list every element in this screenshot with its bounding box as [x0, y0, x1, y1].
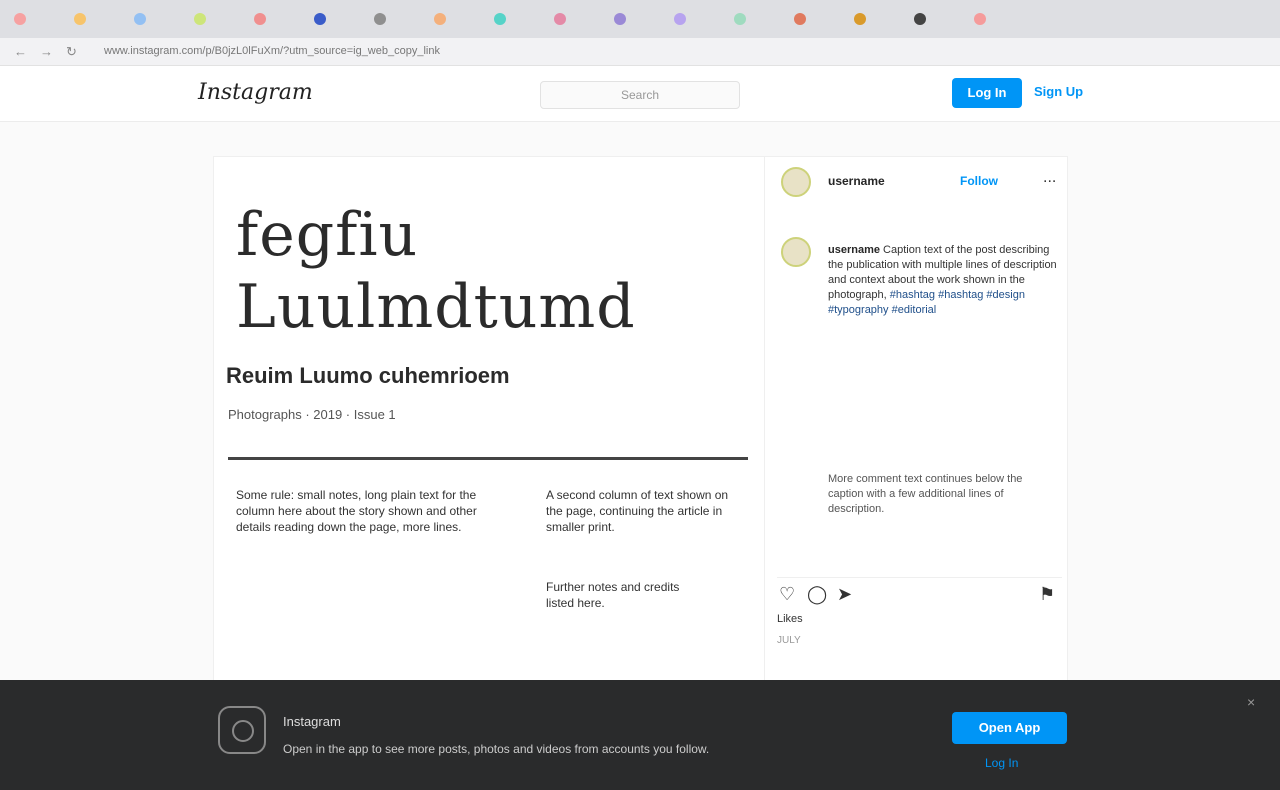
browser-tab-icon[interactable] — [974, 13, 986, 25]
open-app-button[interactable]: Open App — [952, 712, 1067, 744]
browser-tab-bar — [0, 0, 1280, 38]
site-header: Instagram Search Log In Sign Up — [0, 66, 1280, 122]
image-subtitle: Reuim Luumo cuhemrioem — [226, 363, 510, 388]
browser-tab-icon[interactable] — [434, 13, 446, 25]
browser-tab-icon[interactable] — [914, 13, 926, 25]
browser-tab-icon[interactable] — [74, 13, 86, 25]
image-title: fegfiu Luulmdtumd — [236, 199, 636, 343]
post-sidebar: username Follow ... username Caption tex… — [764, 157, 1069, 687]
browser-tab-icon[interactable] — [494, 13, 506, 25]
search-input[interactable]: Search — [540, 81, 740, 109]
action-bar: ♡ ◯ ➤ ⚑ — [777, 577, 1062, 607]
browser-tab-icon[interactable] — [374, 13, 386, 25]
banner-login-link[interactable]: Log In — [985, 756, 1018, 770]
url-text[interactable]: www.instagram.com/p/B0jzL0lFuXm/?utm_sou… — [104, 45, 440, 57]
browser-address-bar[interactable]: ← → ↻ www.instagram.com/p/B0jzL0lFuXm/?u… — [0, 38, 1280, 66]
banner-title: Instagram — [283, 714, 341, 729]
browser-tab-icon[interactable] — [554, 13, 566, 25]
open-app-banner: Instagram Open in the app to see more po… — [0, 680, 1280, 790]
post-date: JULY — [777, 635, 801, 646]
back-icon[interactable]: ← — [14, 44, 27, 59]
follow-button[interactable]: Follow — [960, 174, 998, 188]
post-card: fegfiu Luulmdtumd Reuim Luumo cuhemrioem… — [213, 156, 1069, 687]
browser-tab-icon[interactable] — [134, 13, 146, 25]
browser-tab-icon[interactable] — [854, 13, 866, 25]
caption-continued: More comment text continues below the ca… — [828, 473, 1023, 515]
close-icon[interactable]: × — [1247, 694, 1255, 710]
banner-text: Open in the app to see more posts, photo… — [283, 742, 710, 756]
browser-tab-icon[interactable] — [14, 13, 26, 25]
signup-link[interactable]: Sign Up — [1034, 84, 1083, 99]
bookmark-icon[interactable]: ⚑ — [1039, 584, 1055, 605]
instagram-camera-icon — [218, 706, 266, 754]
browser-tab-icon[interactable] — [674, 13, 686, 25]
divider — [228, 457, 748, 460]
comment-icon[interactable]: ◯ — [807, 584, 827, 605]
share-icon[interactable]: ➤ — [837, 584, 852, 605]
image-title-line-1: fegfiu — [236, 200, 419, 270]
caption-username[interactable]: username — [828, 244, 880, 256]
caption-avatar[interactable] — [781, 237, 811, 267]
browser-tab-icon[interactable] — [794, 13, 806, 25]
image-byline: Photographs · 2019 · Issue 1 — [228, 407, 396, 422]
browser-tab-icon[interactable] — [614, 13, 626, 25]
image-title-line-2: Luulmdtumd — [236, 272, 636, 342]
image-column-right-2: Further notes and credits listed here. — [546, 580, 680, 610]
browser-tab-icon[interactable] — [734, 13, 746, 25]
browser-tab-icon[interactable] — [314, 13, 326, 25]
browser-tab-icon[interactable] — [194, 13, 206, 25]
likes-count[interactable]: Likes — [777, 613, 803, 625]
more-options-icon[interactable]: ... — [1043, 169, 1056, 187]
forward-icon[interactable]: → — [40, 44, 53, 59]
post-caption: username Caption text of the post descri… — [828, 243, 1060, 318]
instagram-logo[interactable]: Instagram — [198, 80, 313, 105]
post-username[interactable]: username — [828, 174, 885, 188]
heart-icon[interactable]: ♡ — [779, 584, 795, 605]
post-image[interactable]: fegfiu Luulmdtumd Reuim Luumo cuhemrioem… — [214, 157, 764, 687]
browser-tab-icon[interactable] — [254, 13, 266, 25]
login-button[interactable]: Log In — [952, 78, 1022, 108]
image-column-left: Some rule: small notes, long plain text … — [236, 488, 477, 534]
image-column-right: A second column of text shown on the pag… — [546, 488, 729, 534]
reload-icon[interactable]: ↻ — [66, 44, 77, 60]
avatar[interactable] — [781, 167, 811, 197]
